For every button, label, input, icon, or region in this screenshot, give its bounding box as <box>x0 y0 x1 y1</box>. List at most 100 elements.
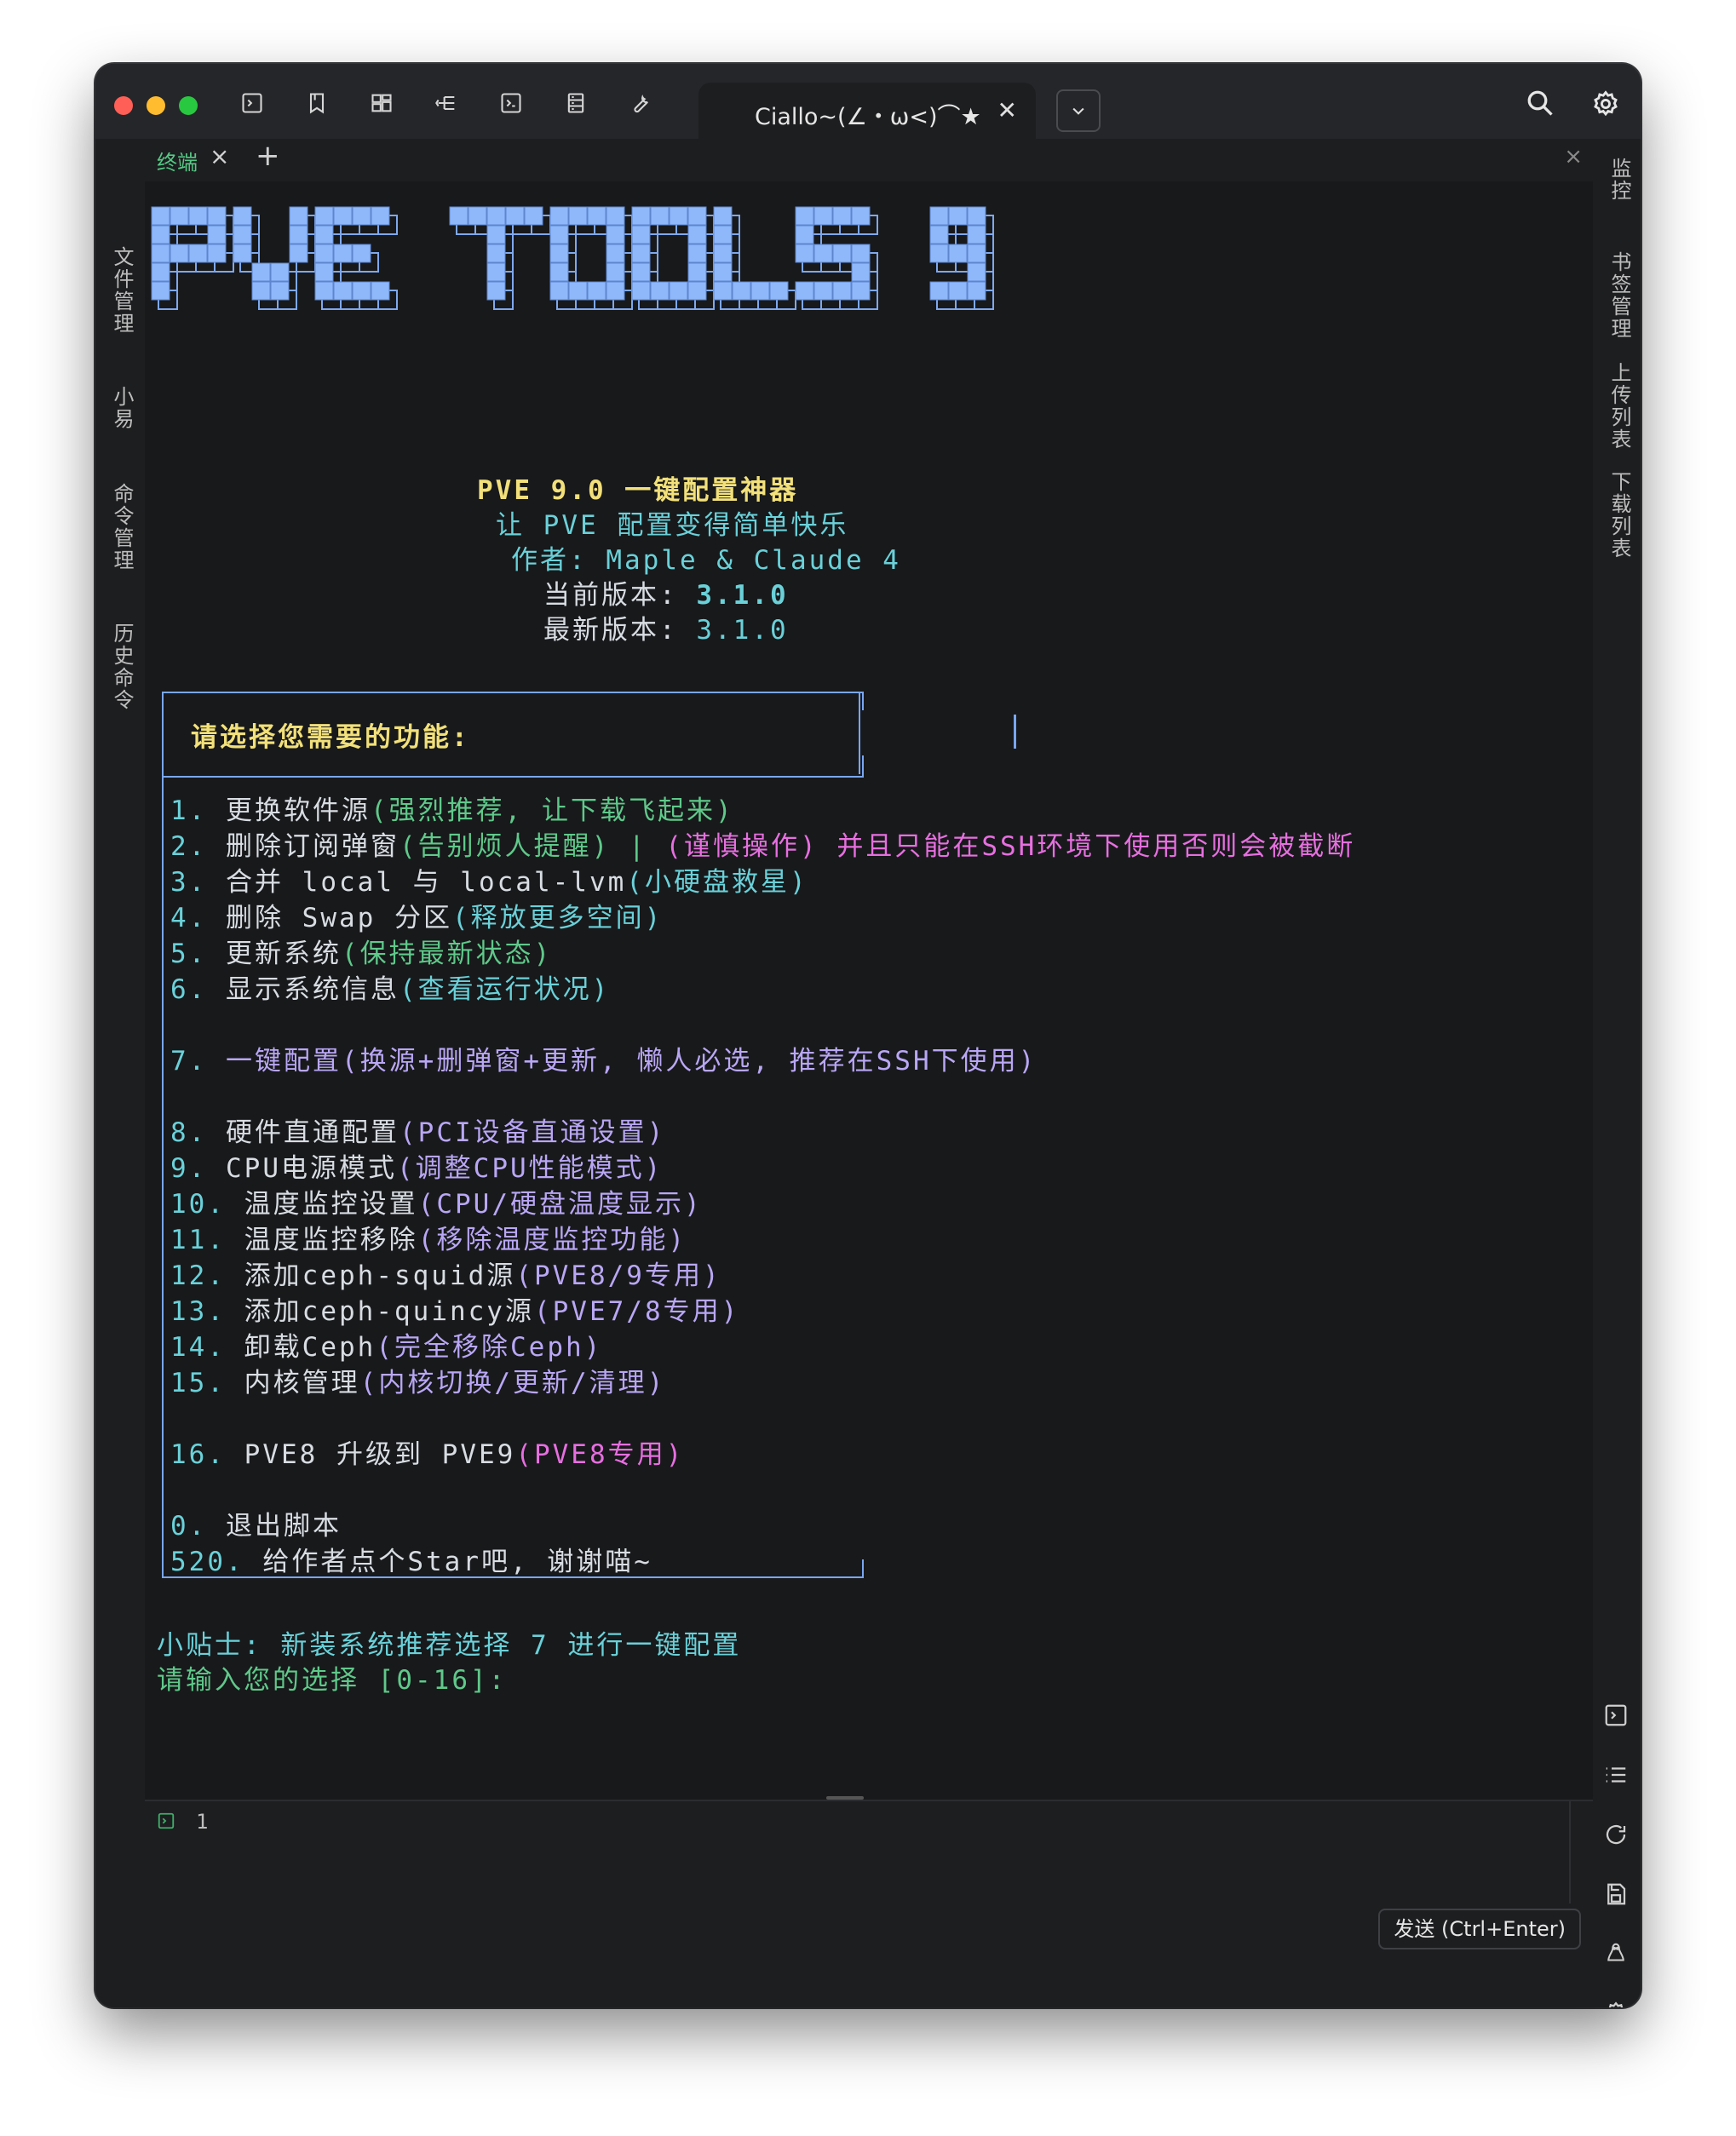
banner-pixel <box>929 225 949 244</box>
close-panel-icon[interactable]: × <box>1564 144 1583 169</box>
banner-pixel <box>352 281 371 301</box>
banner-pixel <box>207 225 227 244</box>
author-label: 作者: <box>511 545 606 576</box>
banner-pixel <box>251 281 271 301</box>
search-icon[interactable] <box>1525 88 1555 118</box>
terminal-icon[interactable] <box>240 91 264 115</box>
banner-author: 作者: Maple & Claude 4 <box>511 538 901 577</box>
right-sidebar: 监控 书签管理 上传列表 下载列表 <box>1592 139 1641 2007</box>
menu-box-side <box>859 692 860 774</box>
sftp-icon[interactable] <box>370 91 394 115</box>
tab-close-icon[interactable]: ✕ <box>997 96 1017 124</box>
left-sidebar: 文件管理 小易 命令管理 历史命令 <box>95 139 146 2007</box>
menu-item-number: 16. <box>170 1439 226 1470</box>
menu-item-number: 12. <box>170 1260 226 1291</box>
menu-item-number: 9. <box>170 1153 208 1184</box>
menu-item-name: 更新系统 <box>226 939 342 969</box>
sidebar-item-commands[interactable]: 命令管理 <box>107 483 137 571</box>
text-cursor <box>1014 715 1016 749</box>
terminal-output[interactable]: PVE 9.0 一键配置神器 让 PVE 配置变得简单快乐 作者: Maple … <box>145 181 1593 1800</box>
banner-pixel <box>687 244 707 263</box>
terminal-icon[interactable] <box>1603 1702 1629 1728</box>
banner-pixel <box>486 281 506 301</box>
banner-pixel <box>929 206 949 226</box>
tab-close-icon[interactable]: × <box>210 142 229 170</box>
banner-pixel <box>151 244 170 263</box>
resize-handle[interactable] <box>826 1796 864 1800</box>
tab-session[interactable]: Ciallo~(∠・ω<)⌒★ ✕ <box>698 83 1036 139</box>
current-version-label: 当前版本: <box>543 580 697 611</box>
linux-icon[interactable] <box>1603 1941 1629 1967</box>
sidebar-item-monitor[interactable]: 监控 <box>1605 158 1635 202</box>
banner-pixel <box>832 281 852 301</box>
menu-item: 0. 退出脚本 <box>170 1504 342 1542</box>
server-icon[interactable] <box>564 91 588 115</box>
banner-pixel <box>314 225 334 244</box>
tab-dropdown-button[interactable] <box>1056 89 1101 132</box>
banner-pixel <box>151 262 170 282</box>
close-window-button[interactable] <box>114 96 133 115</box>
latest-version-label: 最新版本: <box>543 615 697 646</box>
menu-item-name: PVE8 升级到 PVE9 <box>244 1439 516 1470</box>
sidebar-item-files[interactable]: 文件管理 <box>107 246 137 335</box>
minimize-window-button[interactable] <box>147 96 165 115</box>
menu-item-name: 显示系统信息 <box>226 974 400 1005</box>
menu-item: 9. CPU电源模式(调整CPU性能模式) <box>170 1146 663 1185</box>
menu-item-warning: (谨慎操作) 并且只能在SSH环境下使用否则会被截断 <box>665 831 1356 862</box>
settings-icon[interactable] <box>1603 2001 1629 2007</box>
banner-pixel <box>333 206 353 226</box>
banner-pixel <box>606 244 625 263</box>
terminal-window: Ciallo~(∠・ω<)⌒★ ✕ 文件管理 小易 命令管理 历史命令 监控 书… <box>95 64 1641 2007</box>
window-controls <box>114 96 198 115</box>
banner-pixel <box>687 206 707 226</box>
banner-pixel <box>967 281 986 301</box>
pve-tools-ascii-banner <box>151 206 994 310</box>
banner-pixel <box>832 244 852 263</box>
banner-pixel <box>371 206 390 226</box>
bookmark-icon[interactable] <box>305 91 329 115</box>
banner-pixel <box>314 262 334 282</box>
banner-pixel <box>948 244 968 263</box>
banner-pixel <box>233 206 252 226</box>
banner-pixel <box>289 225 308 244</box>
banner-pixel <box>813 206 833 226</box>
banner-pixel <box>795 244 814 263</box>
menu-item: 16. PVE8 升级到 PVE9(PVE8专用) <box>170 1433 684 1471</box>
menu-item: 10. 温度监控设置(CPU/硬盘温度显示) <box>170 1182 703 1220</box>
sidebar-item-xiaoyi[interactable]: 小易 <box>107 386 137 430</box>
banner-pixel <box>851 244 871 263</box>
banner-pixel <box>486 225 506 244</box>
list-icon[interactable] <box>1603 1762 1629 1788</box>
menu-item-name: 一键配置 <box>226 1046 342 1077</box>
add-tab-icon[interactable]: + <box>256 139 280 173</box>
menu-item-note: (保持最新状态) <box>342 939 553 969</box>
send-button[interactable]: 发送 (Ctrl+Enter) <box>1378 1909 1581 1949</box>
zoom-window-button[interactable] <box>179 96 198 115</box>
tab-terminal[interactable]: 终端 <box>157 146 198 175</box>
banner-pixel <box>650 206 670 226</box>
sidebar-item-uploads[interactable]: 上传列表 <box>1605 362 1635 451</box>
sidebar-item-downloads[interactable]: 下载列表 <box>1605 471 1635 560</box>
banner-pixel <box>687 281 707 301</box>
banner-pixel <box>851 281 871 301</box>
banner-pixel <box>207 206 227 226</box>
menu-item-name: 温度监控移除 <box>244 1225 418 1255</box>
sidebar-item-bookmarks[interactable]: 书签管理 <box>1605 251 1635 340</box>
author-value: Maple & Claude 4 <box>606 545 901 576</box>
menu-item-note: (PVE8专用) <box>515 1439 685 1470</box>
menu-item: 3. 合并 local 与 local-lvm(小硬盘救星) <box>170 860 808 899</box>
menu-item-name: 删除 Swap 分区 <box>226 903 452 933</box>
save-icon[interactable] <box>1603 1881 1629 1907</box>
editor-scrollbar[interactable] <box>1569 1801 1571 1903</box>
gear-icon[interactable] <box>1591 89 1620 118</box>
menu-item: 7. 一键配置(换源+删弹窗+更新, 懒人必选, 推荐在SSH下使用) <box>170 1039 1037 1077</box>
banner-pixel <box>587 206 606 226</box>
sidebar-item-history[interactable]: 历史命令 <box>107 623 137 711</box>
terminal-alt-icon[interactable] <box>499 91 523 115</box>
banner-pixel <box>352 244 371 263</box>
menu-item-number: 3. <box>170 867 208 898</box>
command-editor: 1 发送 (Ctrl+Enter) <box>145 1796 1593 2007</box>
refresh-icon[interactable] <box>1603 1822 1629 1847</box>
tree-icon[interactable] <box>434 91 458 115</box>
wrench-icon[interactable] <box>629 91 652 115</box>
